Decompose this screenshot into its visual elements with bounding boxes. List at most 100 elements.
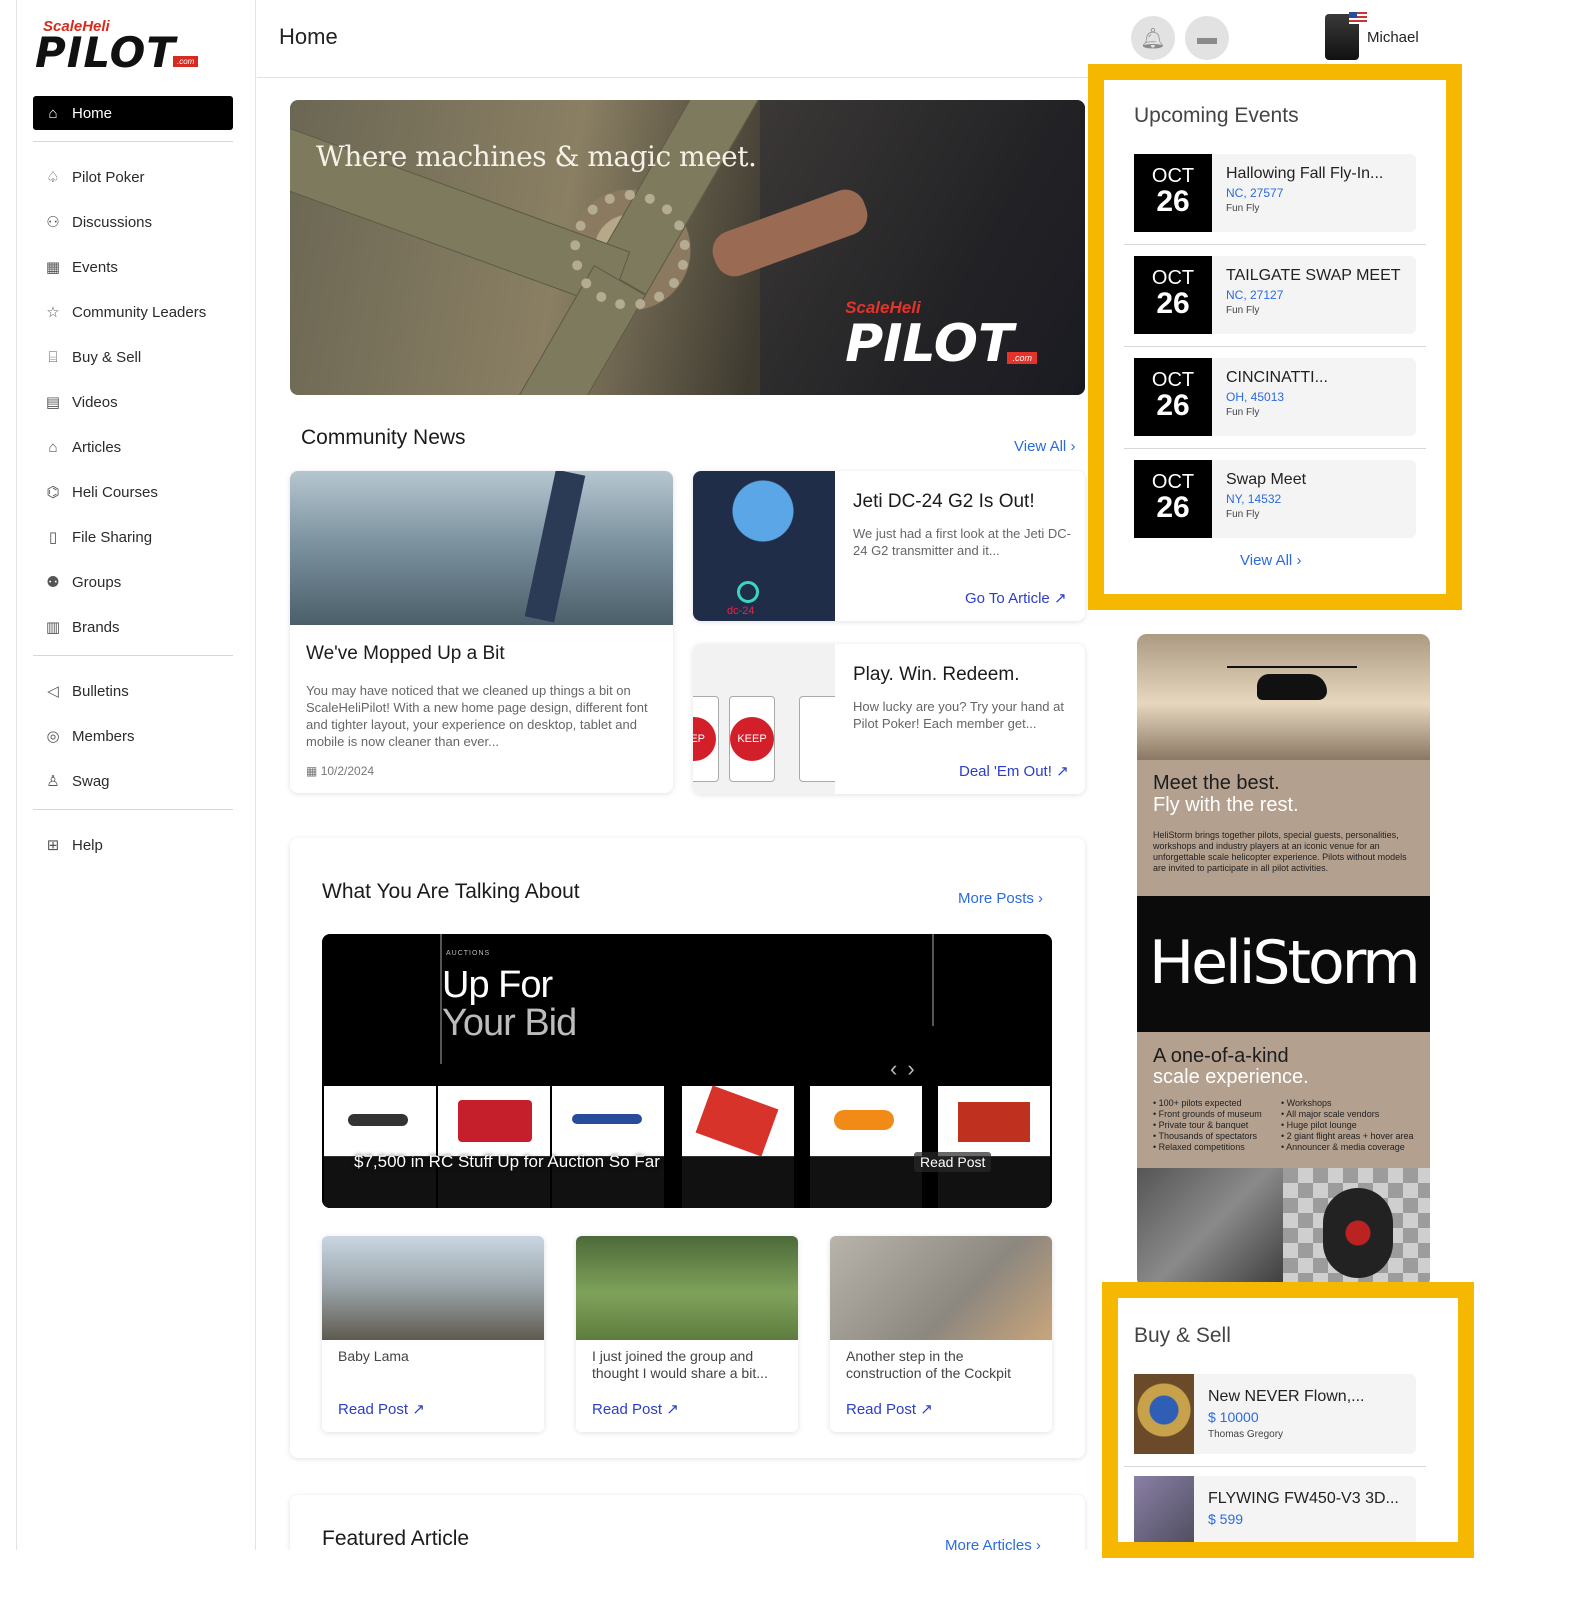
deal-em-out-link[interactable]: Deal 'Em Out! ↗ [959,762,1069,780]
ad-bullet: • Announcer & media coverage [1281,1142,1405,1152]
transmitter-icon [458,1100,532,1142]
notifications-button[interactable]: 🔔︎ [1131,16,1175,60]
hero-banner[interactable]: Where machines & magic meet. ScaleHeli P… [290,100,1085,395]
nav-divider [33,141,233,142]
sidebar-item-buy-sell[interactable]: ⌸ Buy & Sell [33,340,233,374]
sidebar-item-label: Discussions [72,213,153,231]
sidebar-item-pilot-poker[interactable]: ♤ Pilot Poker [33,160,233,194]
sidebar-item-label: Articles [72,438,122,456]
sidebar-item-home[interactable]: ⌂ Home [33,96,233,130]
cta-label: Go To Article [965,590,1050,607]
auction-read-post[interactable]: Read Post [914,1152,992,1172]
auction-post[interactable]: AUCTIONS Up For Your Bid ‹› $7,500 in RC … [322,934,1052,1208]
post-text: I just joined the group and thought I wo… [592,1348,768,1381]
sidebar-item-label: Buy & Sell [72,348,142,366]
read-post-link[interactable]: Read Post ↗ [338,1400,425,1418]
news-card-jeti[interactable]: dc-24 Jeti DC-24 G2 Is Out! We just had … [693,471,1085,621]
sidebar-item-label: Community Leaders [72,303,207,321]
sidebar-item-events[interactable]: ▦ Events [33,250,233,284]
receiver-icon [695,1085,779,1157]
us-flag-icon [1349,12,1367,24]
read-post-label: Read Post [338,1401,409,1418]
auction-headline: Up For Your Bid [442,966,577,1044]
sidebar-item-heli-courses[interactable]: ⌬ Heli Courses [33,475,233,509]
featured-title: Featured Article [322,1527,470,1550]
help-icon: ⊞ [46,837,60,854]
news-excerpt: You may have noticed that we cleaned up … [306,683,648,749]
helistorm-ad[interactable]: Meet the best. Fly with the rest. HeliSto… [1137,634,1430,1288]
sidebar-item-brands[interactable]: ▥ Brands [33,610,233,644]
carousel-arrows[interactable]: ‹› [890,1056,925,1082]
cta-label: Deal 'Em Out! [959,763,1052,780]
arrow-up-right-icon: ↗ [1053,590,1067,607]
hero-logo-com: .com [1007,352,1037,364]
post-card[interactable]: Another step in the construction of the … [830,1236,1052,1432]
hero-caption: Where machines & magic meet. [316,140,757,173]
messages-button[interactable]: ▬ [1185,16,1229,60]
sidebar-item-label: File Sharing [72,528,153,546]
helicopter-icon [834,1110,894,1130]
sidebar-item-articles[interactable]: ⌂ Articles [33,430,233,464]
sidebar-item-videos[interactable]: ▤ Videos [33,385,233,419]
megaphone-icon: ◁ [47,683,59,700]
events-highlight-frame [1088,64,1462,610]
news-date: ▦ 10/2/2024 [306,764,374,778]
post-text: Another step in the construction of the … [846,1348,1011,1381]
talking-section: What You Are Talking About More Posts › … [290,838,1085,1458]
post-card[interactable]: I just joined the group and thought I wo… [576,1236,798,1432]
read-post-label: Read Post [846,1401,917,1418]
chevron-right-icon[interactable]: › [907,1056,924,1081]
ad-bullet: • Thousands of spectators [1153,1131,1258,1141]
ad-bullets-left: • 100+ pilots expected • Front grounds o… [1153,1098,1262,1153]
hero-logo-pilot: PILOT [845,314,1014,374]
read-post-link[interactable]: Read Post ↗ [846,1400,933,1418]
site-logo[interactable]: ScaleHeli PILOT .com [35,18,215,77]
ad-subheadline-line: scale experience. [1153,1066,1309,1088]
sidebar-item-groups[interactable]: ⚉ Groups [33,565,233,599]
ad-headline-line: Fly with the rest. [1153,794,1299,816]
poker-cards-image: EEP KEEP [693,644,835,794]
go-to-article-link[interactable]: Go To Article ↗ [965,589,1067,607]
auction-headline-line: Your Bid [442,1002,577,1044]
sidebar-item-community-leaders[interactable]: ☆ Community Leaders [33,295,233,329]
sidebar-item-file-sharing[interactable]: ▯ File Sharing [33,520,233,554]
news-card-poker[interactable]: EEP KEEP Play. Win. Redeem. How lucky ar… [693,644,1085,794]
ad-bullet: • 2 giant flight areas + hover area [1281,1131,1414,1141]
news-card-main[interactable]: We've Mopped Up a Bit You may have notic… [290,471,673,793]
logo-pilot: PILOT [35,28,177,77]
sidebar-item-discussions[interactable]: ⚇ Discussions [33,205,233,239]
ad-bullet: • All major scale vendors [1281,1109,1380,1119]
ad-headline: Meet the best. Fly with the rest. [1153,772,1299,816]
helistorm-wordmark: HeliStorm [1149,928,1421,998]
sidebar-item-swag[interactable]: ♙ Swag [33,764,233,798]
news-title: Play. Win. Redeem. [853,664,1020,685]
user-menu[interactable]: Michael [1325,12,1419,60]
ad-brand-block: HeliStorm [1137,896,1430,1032]
community-news-view-all[interactable]: View All › [1014,438,1075,455]
arrow-up-right-icon: ↗ [666,1401,679,1418]
mopping-image [290,471,673,625]
film-icon: ▤ [45,394,61,411]
sidebar-item-label: Help [72,836,103,854]
graduation-cap-icon: ⌬ [46,484,60,501]
post-image [576,1236,798,1340]
ad-photo-transmitter [1137,1168,1283,1288]
logo-com: .com [173,56,199,67]
post-card[interactable]: Baby Lama Read Post ↗ [322,1236,544,1432]
more-posts-link[interactable]: More Posts › [958,890,1043,907]
group-icon: ⚉ [46,574,60,591]
news-excerpt: We just had a first look at the Jeti DC-… [853,526,1071,558]
chevron-left-icon[interactable]: ‹ [890,1056,907,1081]
talking-title: What You Are Talking About [322,880,580,903]
avatar [1325,12,1367,60]
lot-description [810,1156,922,1208]
sidebar-item-help[interactable]: ⊞ Help [33,828,233,862]
read-post-link[interactable]: Read Post ↗ [592,1400,679,1418]
read-post-label: Read Post [592,1401,663,1418]
buy-sell-highlight-frame [1102,1282,1474,1558]
sidebar: ScaleHeli PILOT .com ⌂ Home ♤ Pilot Poker … [16,0,256,1550]
dial-icon [737,581,759,603]
ad-sky-image [1137,634,1430,760]
sidebar-item-members[interactable]: ◎ Members [33,719,233,753]
sidebar-item-bulletins[interactable]: ◁ Bulletins [33,674,233,708]
